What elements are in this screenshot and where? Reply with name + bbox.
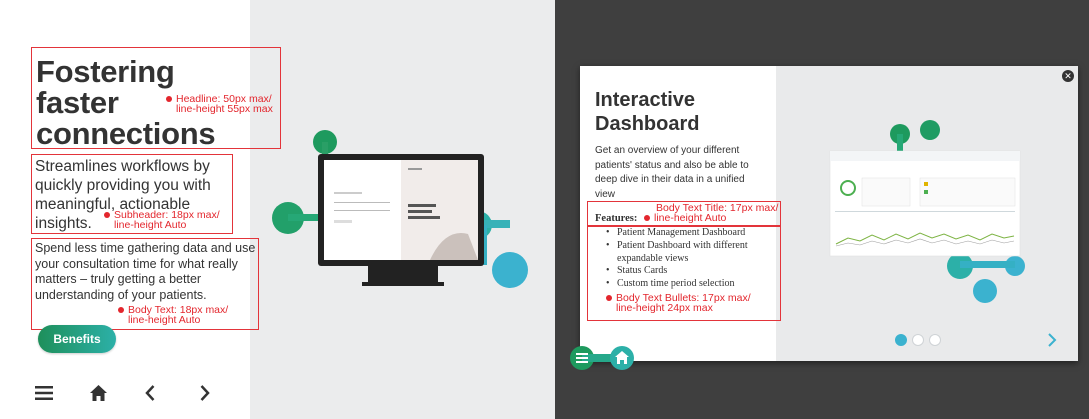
chevron-left-icon[interactable] bbox=[145, 380, 200, 406]
right-panel-overlay: ✕ Interactive Dashboard Get an overview … bbox=[555, 0, 1089, 419]
dashboard-illustration bbox=[829, 120, 1025, 303]
headline-line: Fostering bbox=[36, 54, 175, 89]
benefits-button[interactable]: Benefits bbox=[38, 325, 116, 353]
home-icon[interactable] bbox=[90, 380, 145, 406]
annotation-dot bbox=[606, 295, 612, 301]
subheader-annotation: Subheader: 18px max/ line-height Auto bbox=[104, 210, 220, 230]
dashboard-modal: ✕ Interactive Dashboard Get an overview … bbox=[580, 66, 1078, 361]
annotation-dot bbox=[104, 212, 110, 218]
menu-icon[interactable] bbox=[35, 380, 90, 406]
list-item: Status Cards bbox=[603, 265, 783, 278]
pagination-dot[interactable] bbox=[912, 334, 924, 346]
headline-annotation: Headline: 50px max/ line-height 55px max bbox=[166, 94, 273, 114]
modal-title-line: Interactive bbox=[595, 89, 696, 111]
carousel-pagination bbox=[895, 334, 941, 346]
features-list: Patient Management Dashboard Patient Das… bbox=[603, 227, 783, 291]
headline-line: connections bbox=[36, 116, 216, 151]
modal-title: Interactive Dashboard bbox=[595, 88, 765, 136]
close-icon[interactable]: ✕ bbox=[1062, 70, 1074, 82]
list-item: Patient Dashboard with different expanda… bbox=[603, 240, 783, 266]
device-illustration bbox=[272, 130, 528, 288]
left-panel: Fostering faster connections Headline: 5… bbox=[0, 0, 555, 419]
menu-icon[interactable] bbox=[576, 353, 588, 363]
modal-body-text: Get an overview of your different patien… bbox=[595, 145, 749, 200]
pagination-dot[interactable] bbox=[929, 334, 941, 346]
menu-home-pill bbox=[570, 346, 634, 370]
annotation-dot bbox=[166, 96, 172, 102]
body-text: Spend less time gathering data and use y… bbox=[35, 241, 256, 302]
modal-title-line: Dashboard bbox=[595, 113, 700, 135]
monitor bbox=[318, 154, 484, 286]
features-annotation: Body Text Title: 17px max/ line-height A… bbox=[644, 203, 778, 223]
chevron-right-icon[interactable] bbox=[1045, 332, 1059, 348]
bullets-annotation: Body Text Bullets: 17px max/ line-height… bbox=[606, 293, 751, 313]
list-item: Patient Management Dashboard bbox=[603, 227, 783, 240]
chevron-right-icon[interactable] bbox=[200, 380, 255, 406]
annotation-dot bbox=[118, 307, 124, 313]
pagination-dot[interactable] bbox=[895, 334, 907, 346]
bottom-nav bbox=[35, 380, 255, 406]
list-item: Custom time period selection bbox=[603, 278, 783, 291]
annotation-dot bbox=[644, 215, 650, 221]
features-label: Features: bbox=[595, 213, 638, 224]
body-annotation: Body Text: 18px max/ line-height Auto bbox=[118, 305, 228, 325]
